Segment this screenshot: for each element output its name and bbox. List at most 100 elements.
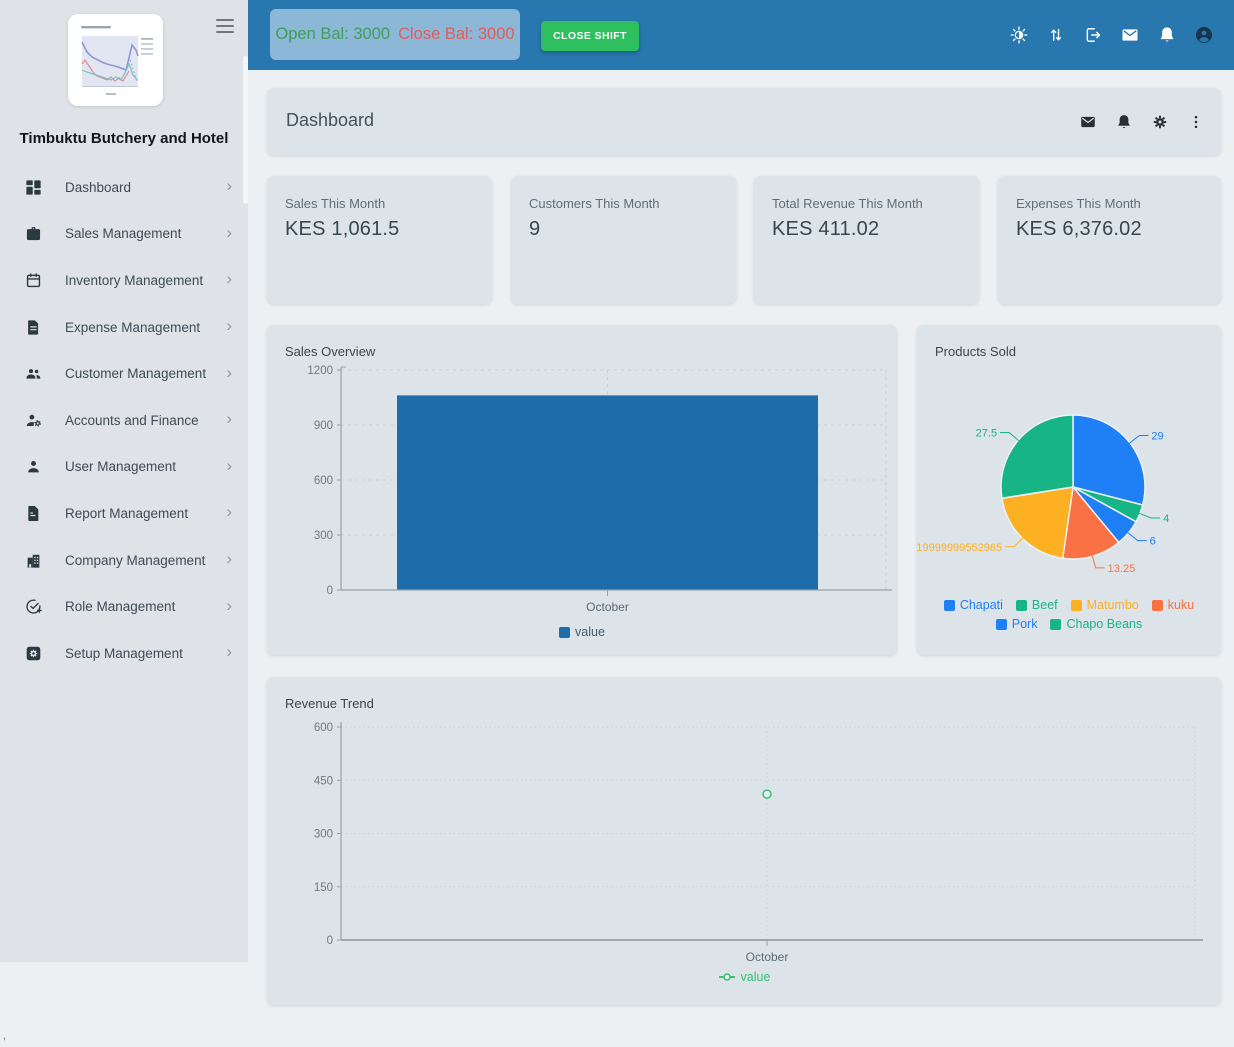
svg-text:900: 900 [314, 420, 333, 432]
stat-value: 9 [529, 218, 718, 241]
stat-label: Expenses This Month [1016, 196, 1203, 211]
svg-text:0: 0 [327, 585, 333, 597]
close-balance: Close Bal: 3000 [398, 25, 515, 44]
legend-line-marker [718, 973, 736, 981]
products-sold-card: Products Sold 294613.25)1999999955296527… [917, 325, 1221, 655]
sidebar-item-company-management[interactable]: Company Management› [0, 537, 248, 584]
legend-item-chapati[interactable]: Chapati [944, 598, 1003, 612]
sidebar-item-label: Setup Management [65, 646, 226, 661]
bell-icon[interactable] [1115, 113, 1133, 131]
sales-overview-chart: 0 300 600 900 1200 October [267, 357, 897, 615]
gear-icon[interactable] [1151, 113, 1169, 131]
topbar: Open Bal: 3000 Close Bal: 3000 CLOSE SHI… [248, 0, 1234, 70]
sidebar-toggle-button[interactable] [214, 18, 236, 34]
company-name: Timbuktu Butchery and Hotel [0, 130, 248, 147]
stat-value: KES 411.02 [772, 218, 961, 241]
pie-label: 4 [1163, 513, 1169, 525]
sidebar-menu: Dashboard›Sales Management›Inventory Man… [0, 164, 248, 677]
account-icon[interactable] [1194, 25, 1214, 45]
pie-label: 13.25 [1108, 563, 1136, 575]
mail-icon[interactable] [1120, 25, 1140, 45]
page-title: Dashboard [286, 110, 374, 131]
stat-value: KES 1,061.5 [285, 218, 474, 241]
legend-swatch [996, 619, 1007, 630]
sidebar-item-dashboard[interactable]: Dashboard› [0, 164, 248, 211]
sidebar-item-label: Company Management [65, 553, 226, 568]
sidebar-item-sales-management[interactable]: Sales Management› [0, 211, 248, 258]
svg-text:300: 300 [314, 530, 333, 542]
sidebar-item-label: Expense Management [65, 320, 226, 335]
page-header-icon-group [1079, 88, 1205, 155]
sidebar-item-label: Inventory Management [65, 273, 226, 288]
pie-label: 6 [1150, 536, 1156, 548]
stat-value: KES 6,376.02 [1016, 218, 1203, 241]
svg-text:0: 0 [327, 935, 333, 947]
svg-text:600: 600 [314, 475, 333, 487]
stat-label: Sales This Month [285, 196, 474, 211]
chevron-right-icon: › [226, 597, 232, 617]
sidebar-item-setup-management[interactable]: Setup Management› [0, 630, 248, 677]
close-shift-button[interactable]: CLOSE SHIFT [541, 21, 639, 51]
revenue-trend-chart: 0150300450600October [267, 707, 1221, 969]
sidebar-item-accounts-and-finance[interactable]: Accounts and Finance› [0, 397, 248, 444]
sidebar-item-label: Sales Management [65, 226, 226, 241]
legend-item-matumbo[interactable]: Matumbo [1071, 598, 1139, 612]
brightness-icon[interactable] [1009, 25, 1029, 45]
stray-character: , [3, 1030, 6, 1042]
stat-card-customers: Customers This Month 9 [511, 176, 736, 304]
legend-item-chapo-beans[interactable]: Chapo Beans [1050, 617, 1142, 631]
svg-text:150: 150 [314, 882, 333, 894]
sidebar-item-inventory-management[interactable]: Inventory Management› [0, 257, 248, 304]
report-icon [24, 504, 43, 523]
chevron-right-icon: › [226, 503, 232, 523]
bar-october [397, 395, 818, 590]
sidebar-item-user-management[interactable]: User Management› [0, 444, 248, 491]
balance-pill: Open Bal: 3000 Close Bal: 3000 [270, 9, 520, 60]
revenue-trend-card: Revenue Trend 0150300450600October value [267, 677, 1221, 1005]
pie-label: 29 [1151, 431, 1163, 443]
chevron-right-icon: › [226, 457, 232, 477]
sidebar-item-label: Report Management [65, 506, 226, 521]
company-logo [68, 14, 163, 106]
application-window: Timbuktu Butchery and Hotel Dashboard›Sa… [0, 0, 1234, 1047]
chevron-right-icon: › [226, 224, 232, 244]
swap-vert-icon[interactable] [1046, 25, 1066, 45]
topbar-icon-group [1009, 0, 1214, 70]
legend-swatch [1152, 600, 1163, 611]
person-icon [24, 457, 43, 476]
stat-label: Total Revenue This Month [772, 196, 961, 211]
sidebar-item-label: User Management [65, 459, 226, 474]
chevron-right-icon: › [226, 270, 232, 290]
mail-icon[interactable] [1079, 113, 1097, 131]
sidebar-item-customer-management[interactable]: Customer Management› [0, 350, 248, 397]
legend-item-pork[interactable]: Pork [996, 617, 1038, 631]
dashboard-icon [24, 178, 43, 197]
legend-item-value[interactable]: value [559, 625, 605, 639]
logout-icon[interactable] [1083, 25, 1103, 45]
legend-swatch [1016, 600, 1027, 611]
stat-card-sales: Sales This Month KES 1,061.5 [267, 176, 492, 304]
sidebar-item-expense-management[interactable]: Expense Management› [0, 304, 248, 351]
stat-card-revenue: Total Revenue This Month KES 411.02 [754, 176, 979, 304]
kebab-icon[interactable] [1187, 113, 1205, 131]
sidebar-item-role-management[interactable]: Role Management› [0, 583, 248, 630]
calendar-icon [24, 271, 43, 290]
svg-text:1200: 1200 [307, 365, 333, 377]
expense-doc-icon [24, 318, 43, 337]
legend-item-kuku[interactable]: kuku [1152, 598, 1194, 612]
chevron-right-icon: › [226, 550, 232, 570]
people-icon [24, 364, 43, 383]
bell-icon[interactable] [1157, 25, 1177, 45]
stat-card-expenses: Expenses This Month KES 6,376.02 [998, 176, 1221, 304]
legend-item-value[interactable]: value [718, 970, 771, 984]
legend-swatch [1071, 600, 1082, 611]
chevron-right-icon: › [226, 317, 232, 337]
chevron-right-icon: › [226, 364, 232, 384]
page-header-card: Dashboard [267, 88, 1221, 155]
legend-item-beef[interactable]: Beef [1016, 598, 1058, 612]
pie-label: 27.5 [976, 427, 997, 439]
chevron-right-icon: › [226, 643, 232, 663]
svg-text:October: October [586, 600, 629, 614]
legend-swatch [944, 600, 955, 611]
sidebar-item-report-management[interactable]: Report Management› [0, 490, 248, 537]
